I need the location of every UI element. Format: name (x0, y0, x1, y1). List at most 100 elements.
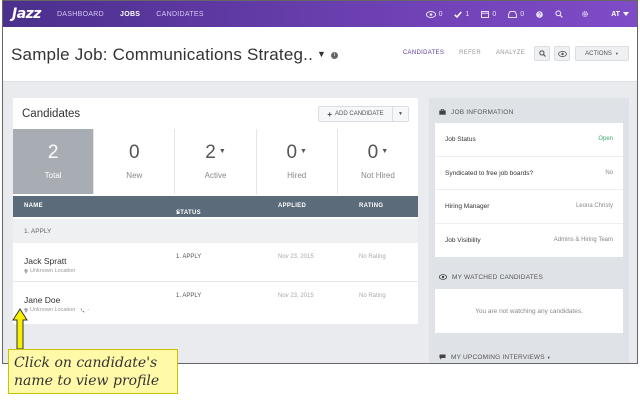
chevron-down-icon: ▼ (176, 210, 181, 215)
stat-total[interactable]: 2 Total (13, 129, 95, 194)
nav-jobs[interactable]: JOBS (120, 11, 140, 18)
chevron-down-icon: ▼ (381, 148, 389, 155)
check-count: 1 (465, 10, 470, 18)
job-info-list: Job Status Open Syndicated to free job b… (435, 123, 623, 257)
candidate-name[interactable]: Jane Doe (24, 295, 60, 305)
calendar-icon (481, 11, 490, 18)
check-icon (454, 11, 463, 18)
app-window: Jazz DASHBOARD JOBS CANDIDATES 0 1 0 0 ? (2, 0, 638, 364)
plus-icon: + (327, 109, 333, 119)
eye-icon (425, 10, 436, 18)
stat-active[interactable]: 2 ▼ Active (175, 129, 257, 194)
candidate-name[interactable]: Jack Spratt (24, 256, 67, 266)
calendar-counter[interactable]: 0 (481, 10, 496, 18)
eye-icon (557, 50, 567, 57)
search-icon (538, 50, 546, 57)
info-key: Hiring Manager (445, 203, 490, 210)
calendar-count: 0 (492, 10, 497, 18)
watched-title: MY WATCHED CANDIDATES (452, 273, 543, 281)
chevron-down-icon: ▼ (614, 51, 619, 56)
add-candidate-label: ADD CANDIDATE (335, 111, 384, 117)
eye-counter[interactable]: 0 (425, 10, 443, 18)
actions-label: ACTIONS (585, 50, 612, 57)
tab-refer[interactable]: REFER (459, 50, 481, 56)
info-row-job-visibility: Job Visibility Admins & Hiring Team (435, 224, 623, 258)
stat-active-label: Active (204, 171, 227, 180)
nav-dashboard[interactable]: DASHBOARD (57, 11, 104, 18)
map-pin-icon (24, 268, 28, 274)
job-status-value[interactable]: Open (598, 136, 613, 142)
info-key: Syndicated to free job boards? (445, 169, 534, 177)
help-button[interactable]: ? (536, 10, 543, 18)
tutorial-callout: Click on candidate's name to view profil… (8, 349, 178, 394)
chevron-down-icon[interactable]: ▼ (393, 107, 408, 121)
chevron-down-icon: ▼ (300, 148, 307, 155)
add-candidate-button[interactable]: + ADD CANDIDATE ▼ (318, 106, 409, 122)
candidates-title: Candidates (22, 108, 81, 120)
inbox-counter[interactable]: 0 (508, 10, 525, 18)
nav-candidates[interactable]: CANDIDATES (156, 11, 204, 18)
column-rating[interactable]: RATING (359, 203, 383, 209)
user-menu[interactable]: AT (611, 11, 629, 18)
stat-not-hired-value: 0 (367, 142, 379, 163)
check-counter[interactable]: 1 (454, 11, 469, 18)
callout-line-2: name to view profile (14, 373, 160, 389)
jazz-logo[interactable]: Jazz (12, 6, 41, 22)
table-row[interactable]: Jane Doe Unknown Location - 1. APPLY Nov… (13, 283, 418, 321)
job-info-title: JOB INFORMATION (451, 108, 514, 116)
interviews-heading[interactable]: MY UPCOMING INTERVIEWS ▼ (429, 346, 629, 363)
chat-icon (439, 354, 446, 360)
syndicated-value[interactable]: No (605, 170, 613, 176)
chevron-down-icon (623, 12, 629, 16)
phone-dash: - (87, 307, 90, 313)
search-button[interactable] (555, 10, 564, 18)
candidate-location-text: Unknown Location (30, 268, 76, 274)
job-title[interactable]: Sample Job: Communications Strateg.. ▼ i (11, 45, 339, 65)
top-nav: Jazz DASHBOARD JOBS CANDIDATES 0 1 0 0 ? (3, 1, 637, 27)
gear-icon (582, 11, 589, 17)
arrow-up-icon (12, 308, 28, 350)
chevron-down-icon[interactable]: ▼ (317, 49, 326, 59)
nav-right: 0 1 0 0 ? AT (425, 1, 629, 27)
candidate-location: Unknown Location (24, 268, 75, 274)
stat-not-hired-label: Not Hired (361, 171, 395, 180)
stat-active-value: 2 (205, 142, 216, 163)
job-visibility-value[interactable]: Admins & Hiring Team (554, 237, 613, 243)
table-row[interactable]: Jack Spratt Unknown Location 1. APPLY No… (13, 244, 418, 282)
chevron-down-icon: ▼ (546, 354, 551, 360)
actions-button[interactable]: ACTIONS ▼ (575, 46, 629, 61)
stat-new-value: 0 (129, 142, 140, 163)
tab-analyze[interactable]: ANALYZE (496, 50, 525, 56)
inbox-count: 0 (520, 10, 525, 18)
info-row-syndicated: Syndicated to free job boards? No (435, 157, 623, 190)
info-row-job-status: Job Status Open (435, 123, 623, 157)
eye-icon (439, 274, 447, 280)
candidate-location: Unknown Location - (24, 307, 89, 313)
job-sidebar: JOB INFORMATION Job Status Open Syndicat… (429, 98, 629, 363)
hiring-manager-value[interactable]: Leona Christy (576, 203, 613, 209)
candidate-rating: No Rating (359, 254, 386, 260)
candidate-status: 1. APPLY (176, 254, 202, 260)
user-initials: AT (611, 10, 620, 18)
phone-icon (80, 308, 85, 312)
stat-hired[interactable]: 0 ▼ Hired (257, 129, 338, 194)
add-candidate-main[interactable]: + ADD CANDIDATE (319, 107, 393, 121)
column-applied[interactable]: APPLIED (278, 203, 306, 209)
inbox-icon (508, 10, 518, 18)
table-header: NAME STATUS ▼ APPLIED RATING (13, 196, 418, 217)
stat-not-hired-number: 0 ▼ (368, 143, 389, 162)
job-title-text: Sample Job: Communications Strateg.. (11, 45, 314, 64)
column-name[interactable]: NAME (24, 203, 43, 209)
stat-not-hired[interactable]: 0 ▼ Not Hired (338, 129, 418, 194)
search-button[interactable] (534, 46, 550, 61)
briefcase-icon (439, 109, 446, 115)
stat-new[interactable]: 0 New (94, 129, 176, 194)
watched-empty-state: You are not watching any candidates. (435, 289, 623, 333)
tab-candidates[interactable]: CANDIDATES (403, 50, 444, 56)
eye-count: 0 (438, 10, 443, 18)
settings-button[interactable] (581, 10, 589, 18)
stage-group-label: 1. APPLY (24, 228, 52, 235)
info-icon[interactable]: i (331, 52, 339, 59)
stat-hired-label: Hired (287, 171, 307, 180)
watch-button[interactable] (554, 46, 570, 61)
